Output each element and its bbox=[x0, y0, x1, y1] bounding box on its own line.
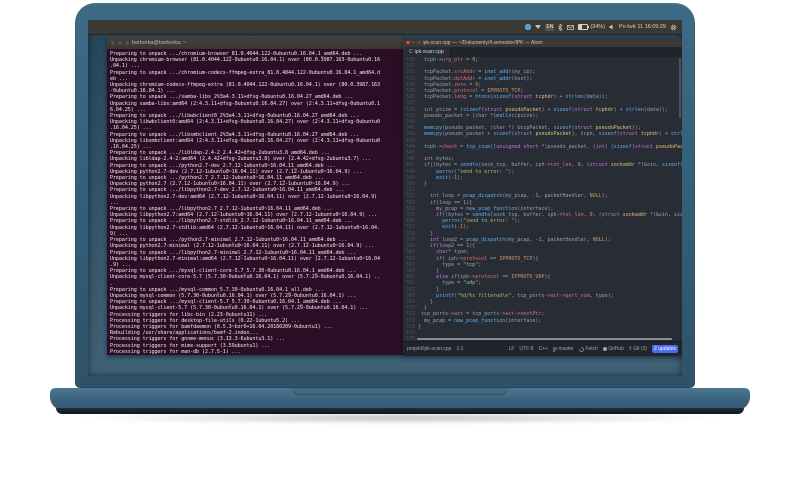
keyboard-layout-label: EN bbox=[545, 23, 555, 31]
battery-indicator[interactable]: (34%) bbox=[578, 20, 605, 34]
status-grammar[interactable]: C++ bbox=[539, 346, 548, 352]
status-fetch[interactable]: Fetch bbox=[579, 346, 598, 352]
sync-icon bbox=[579, 346, 584, 352]
terminal-line: Unpacking libpython2.7-stdlib:amd64 (2.7… bbox=[110, 224, 380, 231]
laptop-shadow bbox=[70, 413, 730, 423]
minimize-button[interactable] bbox=[411, 40, 415, 45]
code-text: tcpPacket.leng = htons(sizeof(struct tcp… bbox=[418, 94, 608, 101]
battery-icon bbox=[578, 24, 590, 30]
status-encoding[interactable]: UTF-8 bbox=[519, 346, 533, 352]
terminal-line: Unpacking libldap-2.4-2:amd64 (2.4.42+df… bbox=[110, 156, 372, 163]
code-line: 542 memcpy(pseudo_packet + sizeof(struct… bbox=[403, 131, 682, 137]
terminal-titlebar[interactable]: barborka@barborka: ~ bbox=[107, 36, 403, 49]
mail-indicator[interactable] bbox=[567, 20, 575, 34]
mail-icon bbox=[567, 24, 575, 30]
blue-status-icon bbox=[525, 24, 532, 30]
status-cursor-position[interactable]: 1:1 bbox=[456, 346, 463, 352]
code-text: memcpy(pseudo_packet + sizeof(struct pse… bbox=[424, 131, 682, 138]
maximize-button[interactable] bbox=[417, 40, 421, 45]
editor-tabbar: C ipk-scan.cpp bbox=[403, 47, 682, 57]
terminal-line: Unpacking mysql-client-5.7 (5.7.30-0ubun… bbox=[110, 305, 369, 312]
desktop-screen: EN (34%) Po kvě 11 16:09:29 barborka@bar… bbox=[88, 20, 682, 376]
clock: Po kvě 11 16:09:29 bbox=[619, 24, 666, 30]
laptop-base bbox=[50, 388, 750, 414]
status-git-changes[interactable]: ± Git (3) bbox=[629, 346, 647, 352]
terminal-window: barborka@barborka: ~ Preparing to unpack… bbox=[107, 36, 403, 355]
code-text: my_pcap = new_pcap_function(interface); bbox=[418, 317, 542, 324]
close-button[interactable] bbox=[406, 40, 410, 45]
code-line: 544 tcph->check = tcp_csum((unsigned sho… bbox=[403, 144, 682, 150]
status-line-ending[interactable]: LF bbox=[509, 346, 515, 352]
maximize-button[interactable] bbox=[125, 40, 129, 45]
code-editor[interactable]: 530 tcph->urg_ptr = 0; 531 532 tcpPacket.… bbox=[403, 57, 682, 342]
laptop-lid: EN (34%) Po kvě 11 16:09:29 barborka@bar… bbox=[75, 3, 695, 388]
volume-icon bbox=[609, 24, 613, 30]
github-icon bbox=[602, 347, 607, 351]
laptop-mockup: EN (34%) Po kvě 11 16:09:29 barborka@bar… bbox=[0, 0, 800, 477]
terminal-line: Unpacking mysql-client-core-5.7 (5.7.30-… bbox=[110, 274, 380, 281]
terminal-line: Unpacking libwbclient0:amd64 (2:4.3.11+d… bbox=[110, 119, 380, 126]
terminal-line: Preparing to unpack .../chromium-codecs-… bbox=[110, 69, 380, 76]
terminal-line: Unpacking python2.7-minimal (2.7.12-1ubu… bbox=[110, 243, 375, 250]
terminal-line: Unpacking libpython2.7-dev:amd64 (2.7.12… bbox=[110, 193, 378, 200]
battery-percent: (34%) bbox=[590, 24, 605, 30]
vertical-scrollbar[interactable] bbox=[679, 58, 681, 118]
tab-ipk-scan-cpp[interactable]: C ipk-scan.cpp bbox=[403, 47, 451, 57]
status-branch[interactable]: master bbox=[553, 346, 574, 352]
laptop-base-notch bbox=[292, 388, 508, 395]
code-text: pseudo_packet = (char *)malloc(psize); bbox=[418, 112, 539, 119]
tab-label: ipk-scan.cpp bbox=[414, 49, 444, 55]
terminal-line: Unpacking libpython2.7-minimal:amd64 (2.… bbox=[110, 255, 380, 262]
status-updates-badge[interactable]: 2 updates bbox=[652, 345, 678, 353]
terminal-title: barborka@barborka: ~ bbox=[132, 39, 187, 46]
close-button[interactable] bbox=[111, 40, 115, 45]
down-arrow-icon bbox=[535, 25, 542, 29]
status-file-path[interactable]: projekt/ipk-scan.cpp bbox=[407, 346, 451, 352]
desktop-menubar: EN (34%) Po kvě 11 16:09:29 bbox=[88, 20, 682, 34]
editor-statusbar: projekt/ipk-scan.cpp 1:1 LF UTF-8 C++ ma… bbox=[403, 341, 682, 356]
editor-titlebar[interactable]: ipk-scan.cpp — ~/Dokumenty/4.semester/IP… bbox=[403, 38, 682, 47]
session-gear-icon bbox=[670, 24, 677, 30]
terminal-line: Unpacking chromium-browser (81.0.4044.12… bbox=[110, 57, 380, 64]
diff-icon: ± bbox=[628, 346, 632, 352]
app-indicator[interactable] bbox=[525, 20, 532, 34]
terminal-line: Unpacking samba-libs:amd64 (2:4.3.11+dfs… bbox=[110, 100, 380, 107]
minimize-button[interactable] bbox=[118, 40, 122, 45]
horizontal-scrollbar[interactable] bbox=[417, 338, 672, 340]
bluetooth-indicator[interactable] bbox=[558, 20, 563, 34]
terminal-line: Unpacking libsmbclient:amd64 (2:4.3.11+d… bbox=[110, 137, 380, 144]
status-github[interactable]: GitHub bbox=[602, 346, 624, 352]
terminal-line: Preparing to unpack .../libsmbclient_2%3… bbox=[110, 131, 360, 138]
code-text: printf("%d/%s filtered\n", tcp_ports->ac… bbox=[436, 292, 614, 299]
clock-indicator[interactable]: Po kvě 11 16:09:29 bbox=[619, 20, 666, 34]
bluetooth-icon bbox=[558, 23, 563, 31]
code-text: tcph->urg_ptr = 0; bbox=[418, 57, 479, 63]
editor-window: ipk-scan.cpp — ~/Dokumenty/4.semester/IP… bbox=[403, 38, 682, 356]
download-indicator[interactable] bbox=[535, 20, 542, 34]
terminal-output[interactable]: Preparing to unpack .../chromium-browser… bbox=[107, 49, 403, 355]
keyboard-layout-indicator[interactable]: EN bbox=[545, 20, 555, 34]
session-menu[interactable] bbox=[670, 20, 677, 34]
editor-title: ipk-scan.cpp — ~/Dokumenty/4.semester/IP… bbox=[422, 39, 543, 46]
volume-indicator[interactable] bbox=[609, 20, 615, 34]
cpp-file-icon: C bbox=[409, 49, 413, 55]
code-text: tcph->check = tcp_csum((unsigned short *… bbox=[418, 143, 682, 150]
git-branch-icon bbox=[553, 346, 558, 352]
